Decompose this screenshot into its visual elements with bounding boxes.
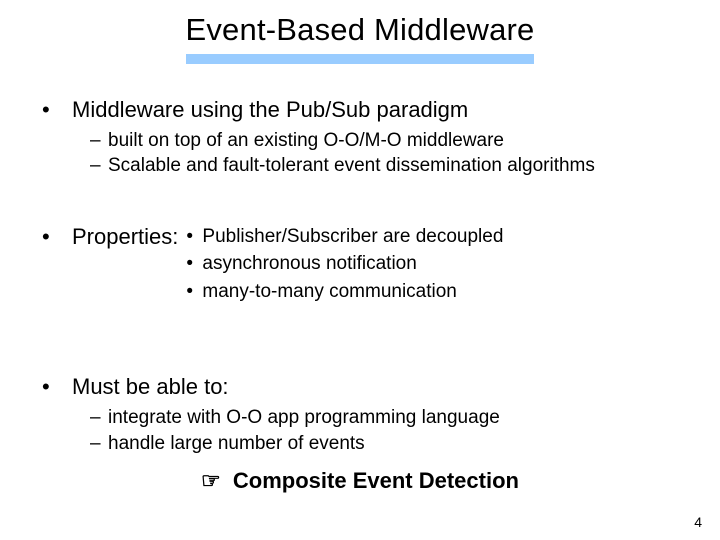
callout-text: Composite Event Detection xyxy=(233,468,519,493)
properties-label: Properties: xyxy=(72,223,178,251)
properties-row: Properties: Publisher/Subscriber are dec… xyxy=(72,223,686,306)
slide: Event-Based Middleware Middleware using … xyxy=(0,0,720,540)
sub-item: Scalable and fault-tolerant event dissem… xyxy=(90,153,686,179)
pointing-hand-icon: ☞ xyxy=(201,468,221,493)
title-underline xyxy=(186,54,534,64)
bullet-1-sublist: built on top of an existing O-O/M-O midd… xyxy=(72,128,686,179)
bullet-1-text: Middleware using the Pub/Sub paradigm xyxy=(72,97,468,122)
sub-item: Publisher/Subscriber are decoupled xyxy=(186,223,503,251)
spacer xyxy=(36,305,686,373)
bullet-3: Must be able to: integrate with O-O app … xyxy=(36,373,686,456)
page-number: 4 xyxy=(694,514,702,530)
callout: ☞ Composite Event Detection xyxy=(0,468,720,494)
slide-title: Event-Based Middleware xyxy=(185,12,534,48)
sub-item: asynchronous notification xyxy=(186,250,503,278)
bullet-3-text: Must be able to: xyxy=(72,374,229,399)
sub-item: integrate with O-O app programming langu… xyxy=(90,405,686,431)
sub-item: built on top of an existing O-O/M-O midd… xyxy=(90,128,686,154)
bullet-3-sublist: integrate with O-O app programming langu… xyxy=(72,405,686,456)
bullet-2: Properties: Publisher/Subscriber are dec… xyxy=(36,223,686,306)
bullet-1: Middleware using the Pub/Sub paradigm bu… xyxy=(36,96,686,179)
sub-item: handle large number of events xyxy=(90,431,686,457)
properties-sublist: Publisher/Subscriber are decoupled async… xyxy=(186,223,503,306)
bullet-list: Middleware using the Pub/Sub paradigm bu… xyxy=(36,96,686,456)
spacer xyxy=(36,179,686,223)
sub-item: many-to-many communication xyxy=(186,278,503,306)
title-wrap: Event-Based Middleware xyxy=(0,12,720,48)
slide-body: Middleware using the Pub/Sub paradigm bu… xyxy=(36,96,686,456)
